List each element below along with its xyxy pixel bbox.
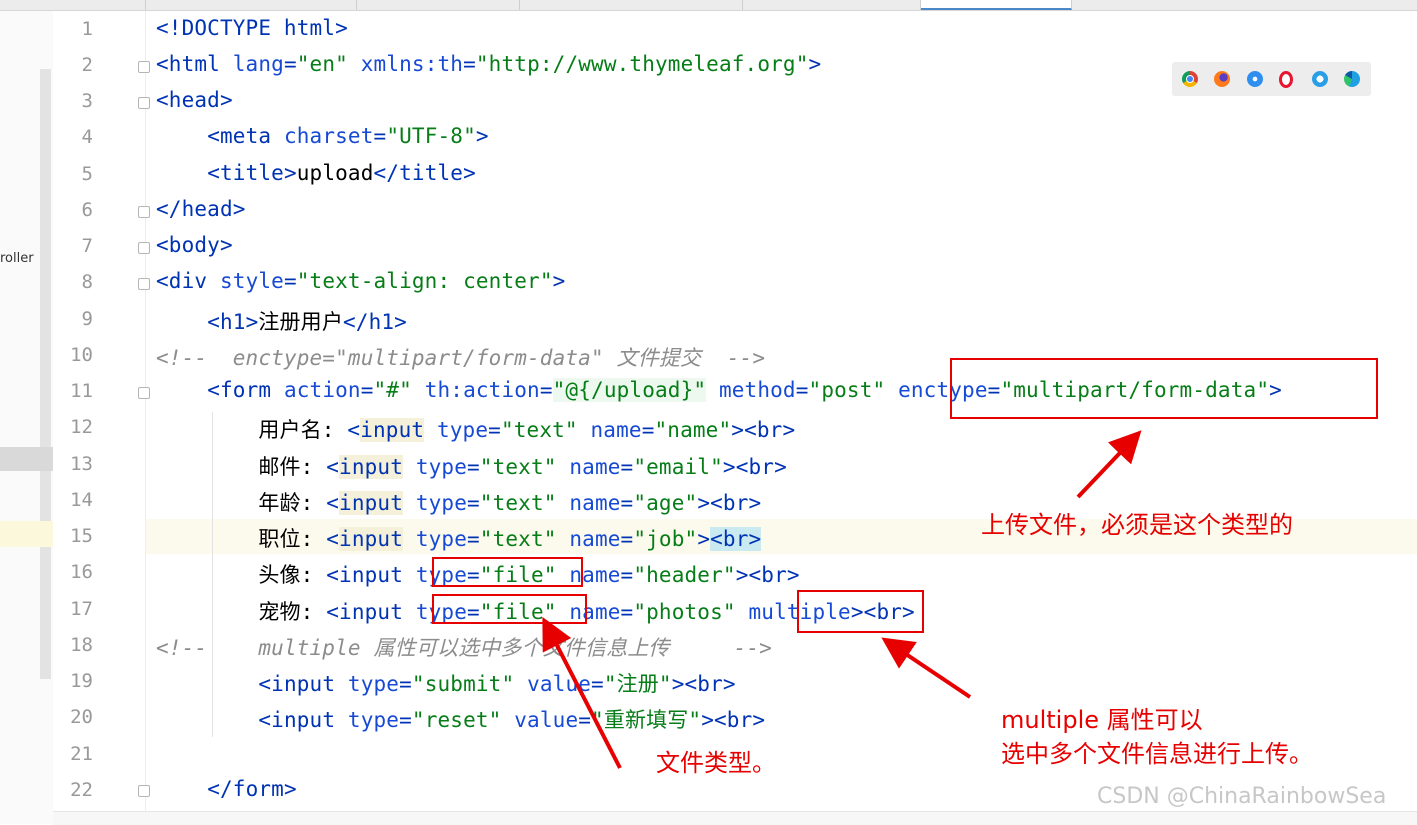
- multiple-note: multiple 属性可以 选中多个文件信息进行上传。: [1001, 706, 1313, 768]
- arrow-to-file-type: [542, 616, 622, 769]
- opera-icon[interactable]: [1279, 71, 1293, 88]
- file-type-note: 文件类型。: [656, 749, 776, 777]
- chrome-icon[interactable]: [1182, 71, 1198, 87]
- arrow-to-enctype: [1076, 430, 1142, 499]
- safari-icon[interactable]: [1247, 71, 1263, 87]
- editor-breadcrumb-bar: [53, 811, 1417, 825]
- arrow-to-multiple: [881, 637, 972, 699]
- enctype-note: 上传文件，必须是这个类型的: [981, 511, 1293, 539]
- browser-preview-toolbar: [1172, 62, 1371, 96]
- ie-icon[interactable]: [1312, 71, 1328, 87]
- edge-icon[interactable]: [1344, 71, 1360, 87]
- watermark: CSDN @ChinaRainbowSea: [1097, 784, 1387, 809]
- annotation-arrows: [542, 430, 1142, 769]
- firefox-icon[interactable]: [1214, 71, 1230, 87]
